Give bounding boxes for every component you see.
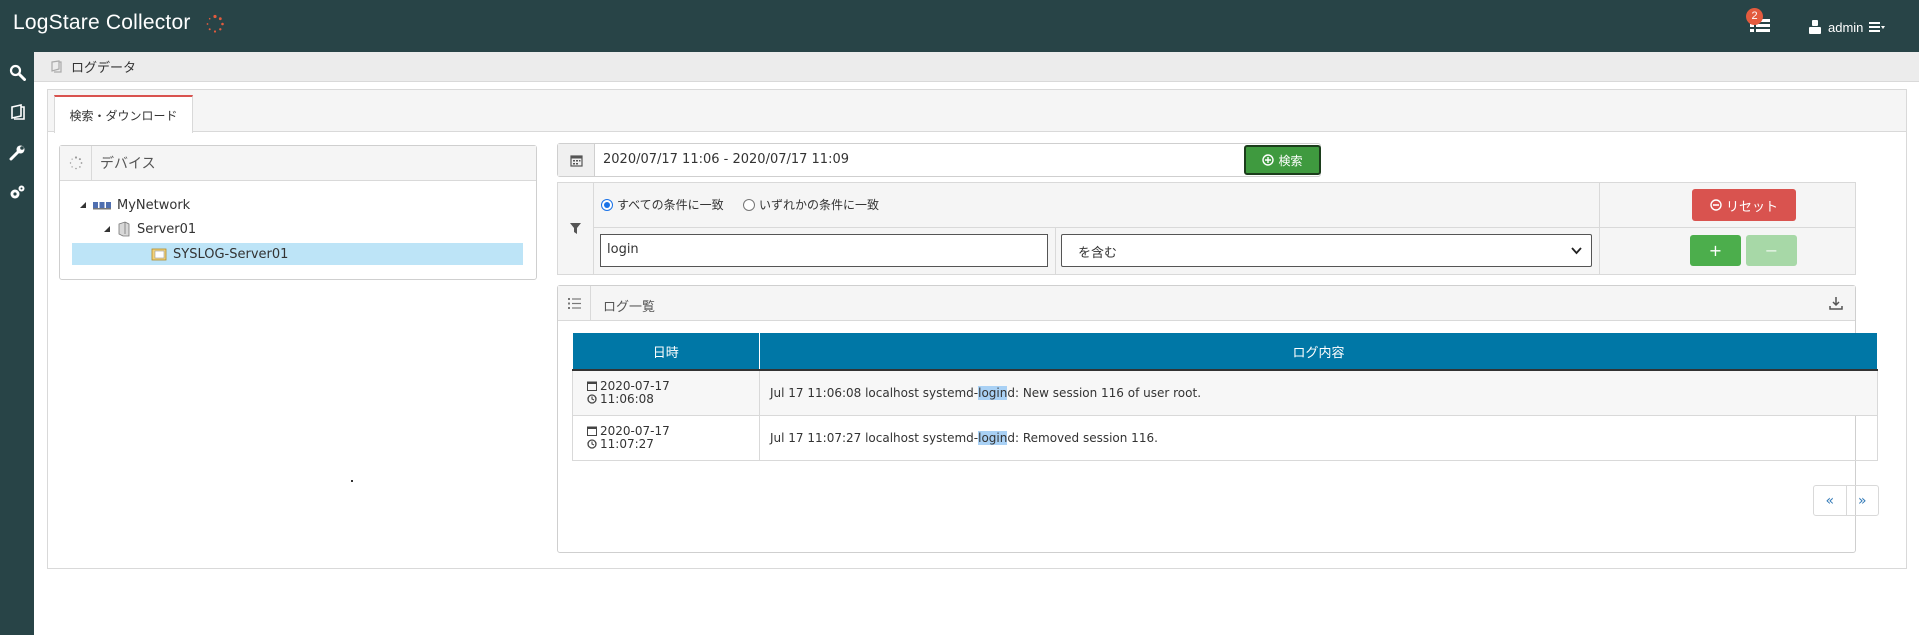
log-datetime: 2020-07-17 11:07:27	[572, 414, 760, 461]
log-list-panel: ログ一覧 日時 ログ内容 2020-07-17 11:06:08 Jul 17 …	[557, 285, 1878, 553]
tab-search-download[interactable]: 検索・ダウンロード	[54, 95, 193, 133]
tree-expand-icon[interactable]	[103, 225, 111, 233]
condition-select[interactable]: を含む	[1061, 234, 1592, 267]
nav-logs[interactable]	[0, 92, 34, 132]
clock-icon	[587, 394, 597, 404]
divider	[1055, 228, 1056, 274]
wrench-icon	[9, 145, 24, 160]
tab-strip: 検索・ダウンロード	[48, 90, 1906, 133]
device-panel-title: デバイス	[100, 156, 156, 172]
table-row[interactable]: 2020-07-17 11:07:27 Jul 17 11:07:27 loca…	[572, 414, 1878, 461]
tree-expand-icon[interactable]	[79, 201, 87, 209]
search-icon	[9, 64, 26, 81]
log-datetime: 2020-07-17 11:06:08	[572, 369, 760, 416]
breadcrumb-label: ログデータ	[71, 61, 137, 76]
pager-next-button[interactable]: »	[1847, 486, 1879, 515]
column-header-datetime[interactable]: 日時	[572, 333, 760, 371]
keyword-highlight: login	[978, 385, 1008, 400]
app-title[interactable]: LogStare Collector	[13, 11, 191, 35]
device-panel-header: デバイス	[60, 146, 536, 181]
divider	[1599, 183, 1600, 274]
log-book-icon	[10, 103, 25, 120]
stray-dot	[351, 480, 353, 482]
log-book-icon	[51, 60, 62, 73]
pager-prev-button[interactable]: «	[1814, 486, 1847, 515]
filter-icon	[558, 183, 594, 274]
user-icon	[1809, 20, 1821, 34]
network-icon	[93, 202, 111, 210]
search-button[interactable]: 検索	[1244, 145, 1321, 175]
pagination: « »	[1813, 485, 1879, 516]
match-all-radio[interactable]: すべての条件に一致	[601, 196, 724, 213]
keyword-highlight: login	[978, 430, 1008, 445]
match-any-radio[interactable]: いずれかの条件に一致	[743, 196, 879, 213]
log-list-title: ログ一覧	[603, 300, 656, 315]
nav-search[interactable]	[0, 52, 34, 92]
minus-circle-icon	[1710, 199, 1722, 211]
clock-icon	[587, 439, 597, 449]
menu-caret-icon	[1869, 22, 1886, 32]
table-row[interactable]: 2020-07-17 11:06:08 Jul 17 11:06:08 loca…	[572, 369, 1878, 416]
notification-badge: 2	[1746, 8, 1763, 25]
log-list-header: ログ一覧	[558, 286, 1855, 321]
log-message: Jul 17 11:07:27 localhost systemd-logind…	[759, 414, 1878, 461]
nav-tools[interactable]	[0, 132, 34, 172]
download-icon[interactable]	[1829, 296, 1843, 310]
radio-unchecked[interactable]	[743, 198, 755, 211]
tree-node-server01[interactable]: Server01	[103, 218, 196, 240]
gears-icon	[10, 185, 24, 198]
server-icon	[118, 221, 130, 237]
radio-checked[interactable]	[601, 198, 613, 211]
tree-selection-highlight	[72, 243, 523, 265]
breadcrumb: ログデータ	[34, 52, 1919, 82]
date-range-value: 2020/07/17 11:06 - 2020/07/17 11:09	[603, 152, 850, 167]
log-message: Jul 17 11:06:08 localhost systemd-logind…	[759, 369, 1878, 416]
list-icon	[558, 286, 591, 320]
calendar-icon	[587, 426, 597, 436]
tree-node-syslog-server01[interactable]: SYSLOG-Server01	[151, 243, 288, 265]
nav-settings[interactable]	[0, 172, 34, 212]
add-condition-button[interactable]: +	[1690, 235, 1741, 266]
username: admin	[1828, 19, 1864, 35]
column-header-content[interactable]: ログ内容	[759, 333, 1878, 371]
chevron-down-icon	[1571, 247, 1582, 255]
user-menu[interactable]: admin	[1808, 18, 1886, 36]
date-range-field[interactable]: 2020/07/17 11:06 - 2020/07/17 11:09	[557, 143, 1321, 177]
top-bar: LogStare Collector 2 admin	[0, 0, 1919, 52]
log-folder-icon	[151, 248, 167, 261]
loading-spinner-icon	[206, 14, 224, 33]
side-nav	[0, 52, 34, 635]
calendar-icon[interactable]	[558, 144, 595, 176]
remove-condition-button[interactable]: −	[1746, 235, 1797, 266]
keyword-input[interactable]: login	[600, 234, 1048, 267]
reset-button[interactable]: リセット	[1692, 189, 1796, 221]
plus-circle-icon	[1262, 154, 1275, 166]
device-panel: デバイス MyNetwork Server01 SYSLOG-Server01	[59, 145, 537, 280]
calendar-icon	[587, 381, 597, 392]
log-table: 日時 ログ内容 2020-07-17 11:06:08 Jul 17 11:06…	[572, 333, 1878, 461]
tree-node-mynetwork[interactable]: MyNetwork	[79, 194, 190, 216]
refresh-spinner-icon[interactable]	[60, 146, 92, 180]
